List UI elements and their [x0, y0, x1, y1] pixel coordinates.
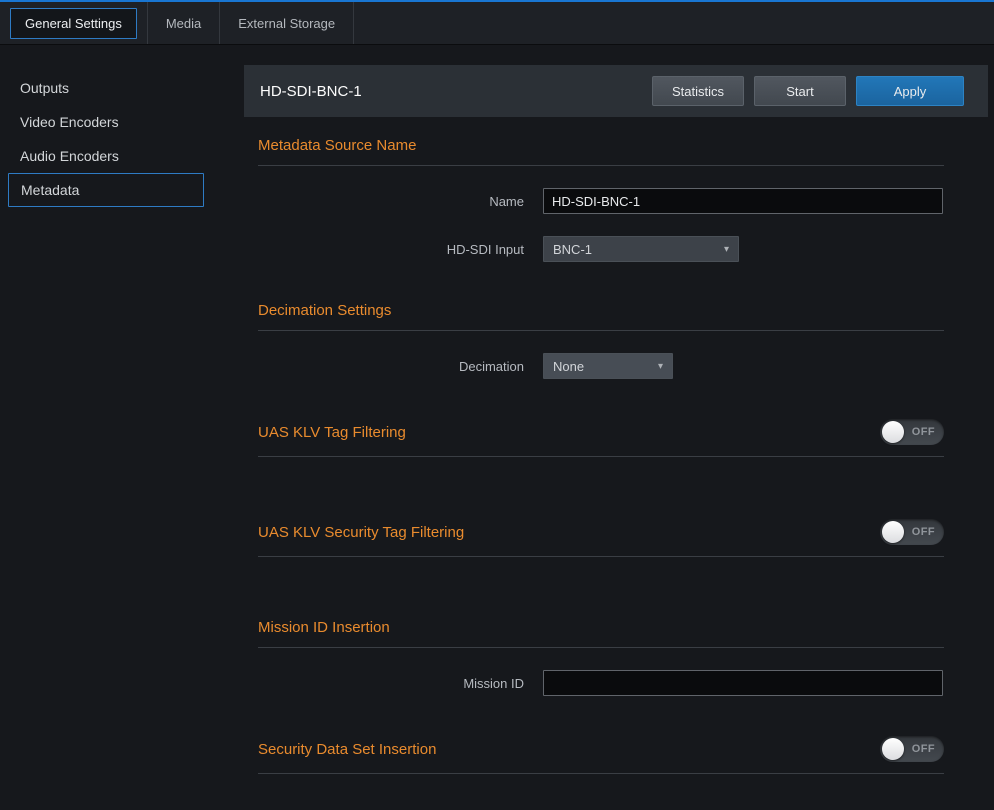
- decimation-select[interactable]: None ▾: [543, 353, 673, 379]
- sidebar-item-outputs[interactable]: Outputs: [0, 71, 244, 105]
- apply-button[interactable]: Apply: [856, 76, 964, 106]
- chevron-down-icon: ▾: [658, 361, 663, 372]
- toggle-knob: [882, 738, 904, 760]
- mission-id-row: Mission ID: [258, 670, 944, 696]
- section-mission-id-insertion: Mission ID Insertion: [258, 619, 944, 648]
- sidebar: Outputs Video Encoders Audio Encoders Me…: [0, 45, 244, 810]
- top-tab-bar: General Settings Media External Storage: [0, 0, 994, 45]
- toggle-state-label: OFF: [912, 426, 935, 438]
- section-metadata-source-name: Metadata Source Name: [258, 137, 944, 166]
- security-data-set-insertion-toggle[interactable]: OFF: [880, 736, 944, 762]
- sidebar-item-metadata[interactable]: Metadata: [8, 173, 204, 207]
- uas-klv-tag-filtering-toggle[interactable]: OFF: [880, 419, 944, 445]
- toggle-state-label: OFF: [912, 526, 935, 538]
- tab-general-settings-label: General Settings: [10, 8, 137, 39]
- sidebar-item-audio-encoders[interactable]: Audio Encoders: [0, 139, 244, 173]
- main-panel: HD-SDI-BNC-1 Statistics Start Apply Meta…: [244, 45, 994, 810]
- decimation-row: Decimation None ▾: [258, 353, 944, 379]
- tab-external-storage-label: External Storage: [238, 16, 335, 31]
- section-title-uas-klv: UAS KLV Tag Filtering: [258, 424, 406, 441]
- section-title-metadata-source: Metadata Source Name: [258, 137, 416, 154]
- statistics-button[interactable]: Statistics: [652, 76, 744, 106]
- section-decimation-settings: Decimation Settings: [258, 302, 944, 331]
- section-security-data-set-insertion: Security Data Set Insertion OFF: [258, 736, 944, 774]
- sidebar-item-video-encoders[interactable]: Video Encoders: [0, 105, 244, 139]
- panel-header: HD-SDI-BNC-1 Statistics Start Apply: [244, 65, 988, 117]
- decimation-label: Decimation: [258, 359, 524, 374]
- toggle-knob: [882, 421, 904, 443]
- tab-external-storage[interactable]: External Storage: [220, 2, 354, 44]
- name-row: Name: [258, 188, 944, 214]
- settings-content: Metadata Source Name Name HD-SDI Input B…: [244, 137, 988, 774]
- decimation-selected-value: None: [553, 359, 584, 374]
- mission-id-input[interactable]: [543, 670, 943, 696]
- section-uas-klv-tag-filtering: UAS KLV Tag Filtering OFF: [258, 419, 944, 457]
- section-title-mission-id: Mission ID Insertion: [258, 619, 390, 636]
- tab-general-settings[interactable]: General Settings: [0, 2, 148, 44]
- toggle-knob: [882, 521, 904, 543]
- main-layout: Outputs Video Encoders Audio Encoders Me…: [0, 45, 994, 810]
- name-input[interactable]: [543, 188, 943, 214]
- hdsdi-input-selected-value: BNC-1: [553, 242, 592, 257]
- section-title-uas-klv-security: UAS KLV Security Tag Filtering: [258, 524, 464, 541]
- page-title: HD-SDI-BNC-1: [260, 83, 642, 100]
- section-uas-klv-security-tag-filtering: UAS KLV Security Tag Filtering OFF: [258, 519, 944, 557]
- start-button[interactable]: Start: [754, 76, 846, 106]
- section-title-security-dataset: Security Data Set Insertion: [258, 741, 436, 758]
- tab-media[interactable]: Media: [148, 2, 220, 44]
- mission-id-label: Mission ID: [258, 676, 524, 691]
- name-label: Name: [258, 194, 524, 209]
- uas-klv-security-tag-filtering-toggle[interactable]: OFF: [880, 519, 944, 545]
- hdsdi-input-row: HD-SDI Input BNC-1 ▾: [258, 236, 944, 262]
- chevron-down-icon: ▾: [724, 244, 729, 255]
- hdsdi-input-label: HD-SDI Input: [258, 242, 524, 257]
- hdsdi-input-select[interactable]: BNC-1 ▾: [543, 236, 739, 262]
- app-root: General Settings Media External Storage …: [0, 0, 994, 810]
- tab-media-label: Media: [166, 16, 201, 31]
- toggle-state-label: OFF: [912, 743, 935, 755]
- section-title-decimation: Decimation Settings: [258, 302, 391, 319]
